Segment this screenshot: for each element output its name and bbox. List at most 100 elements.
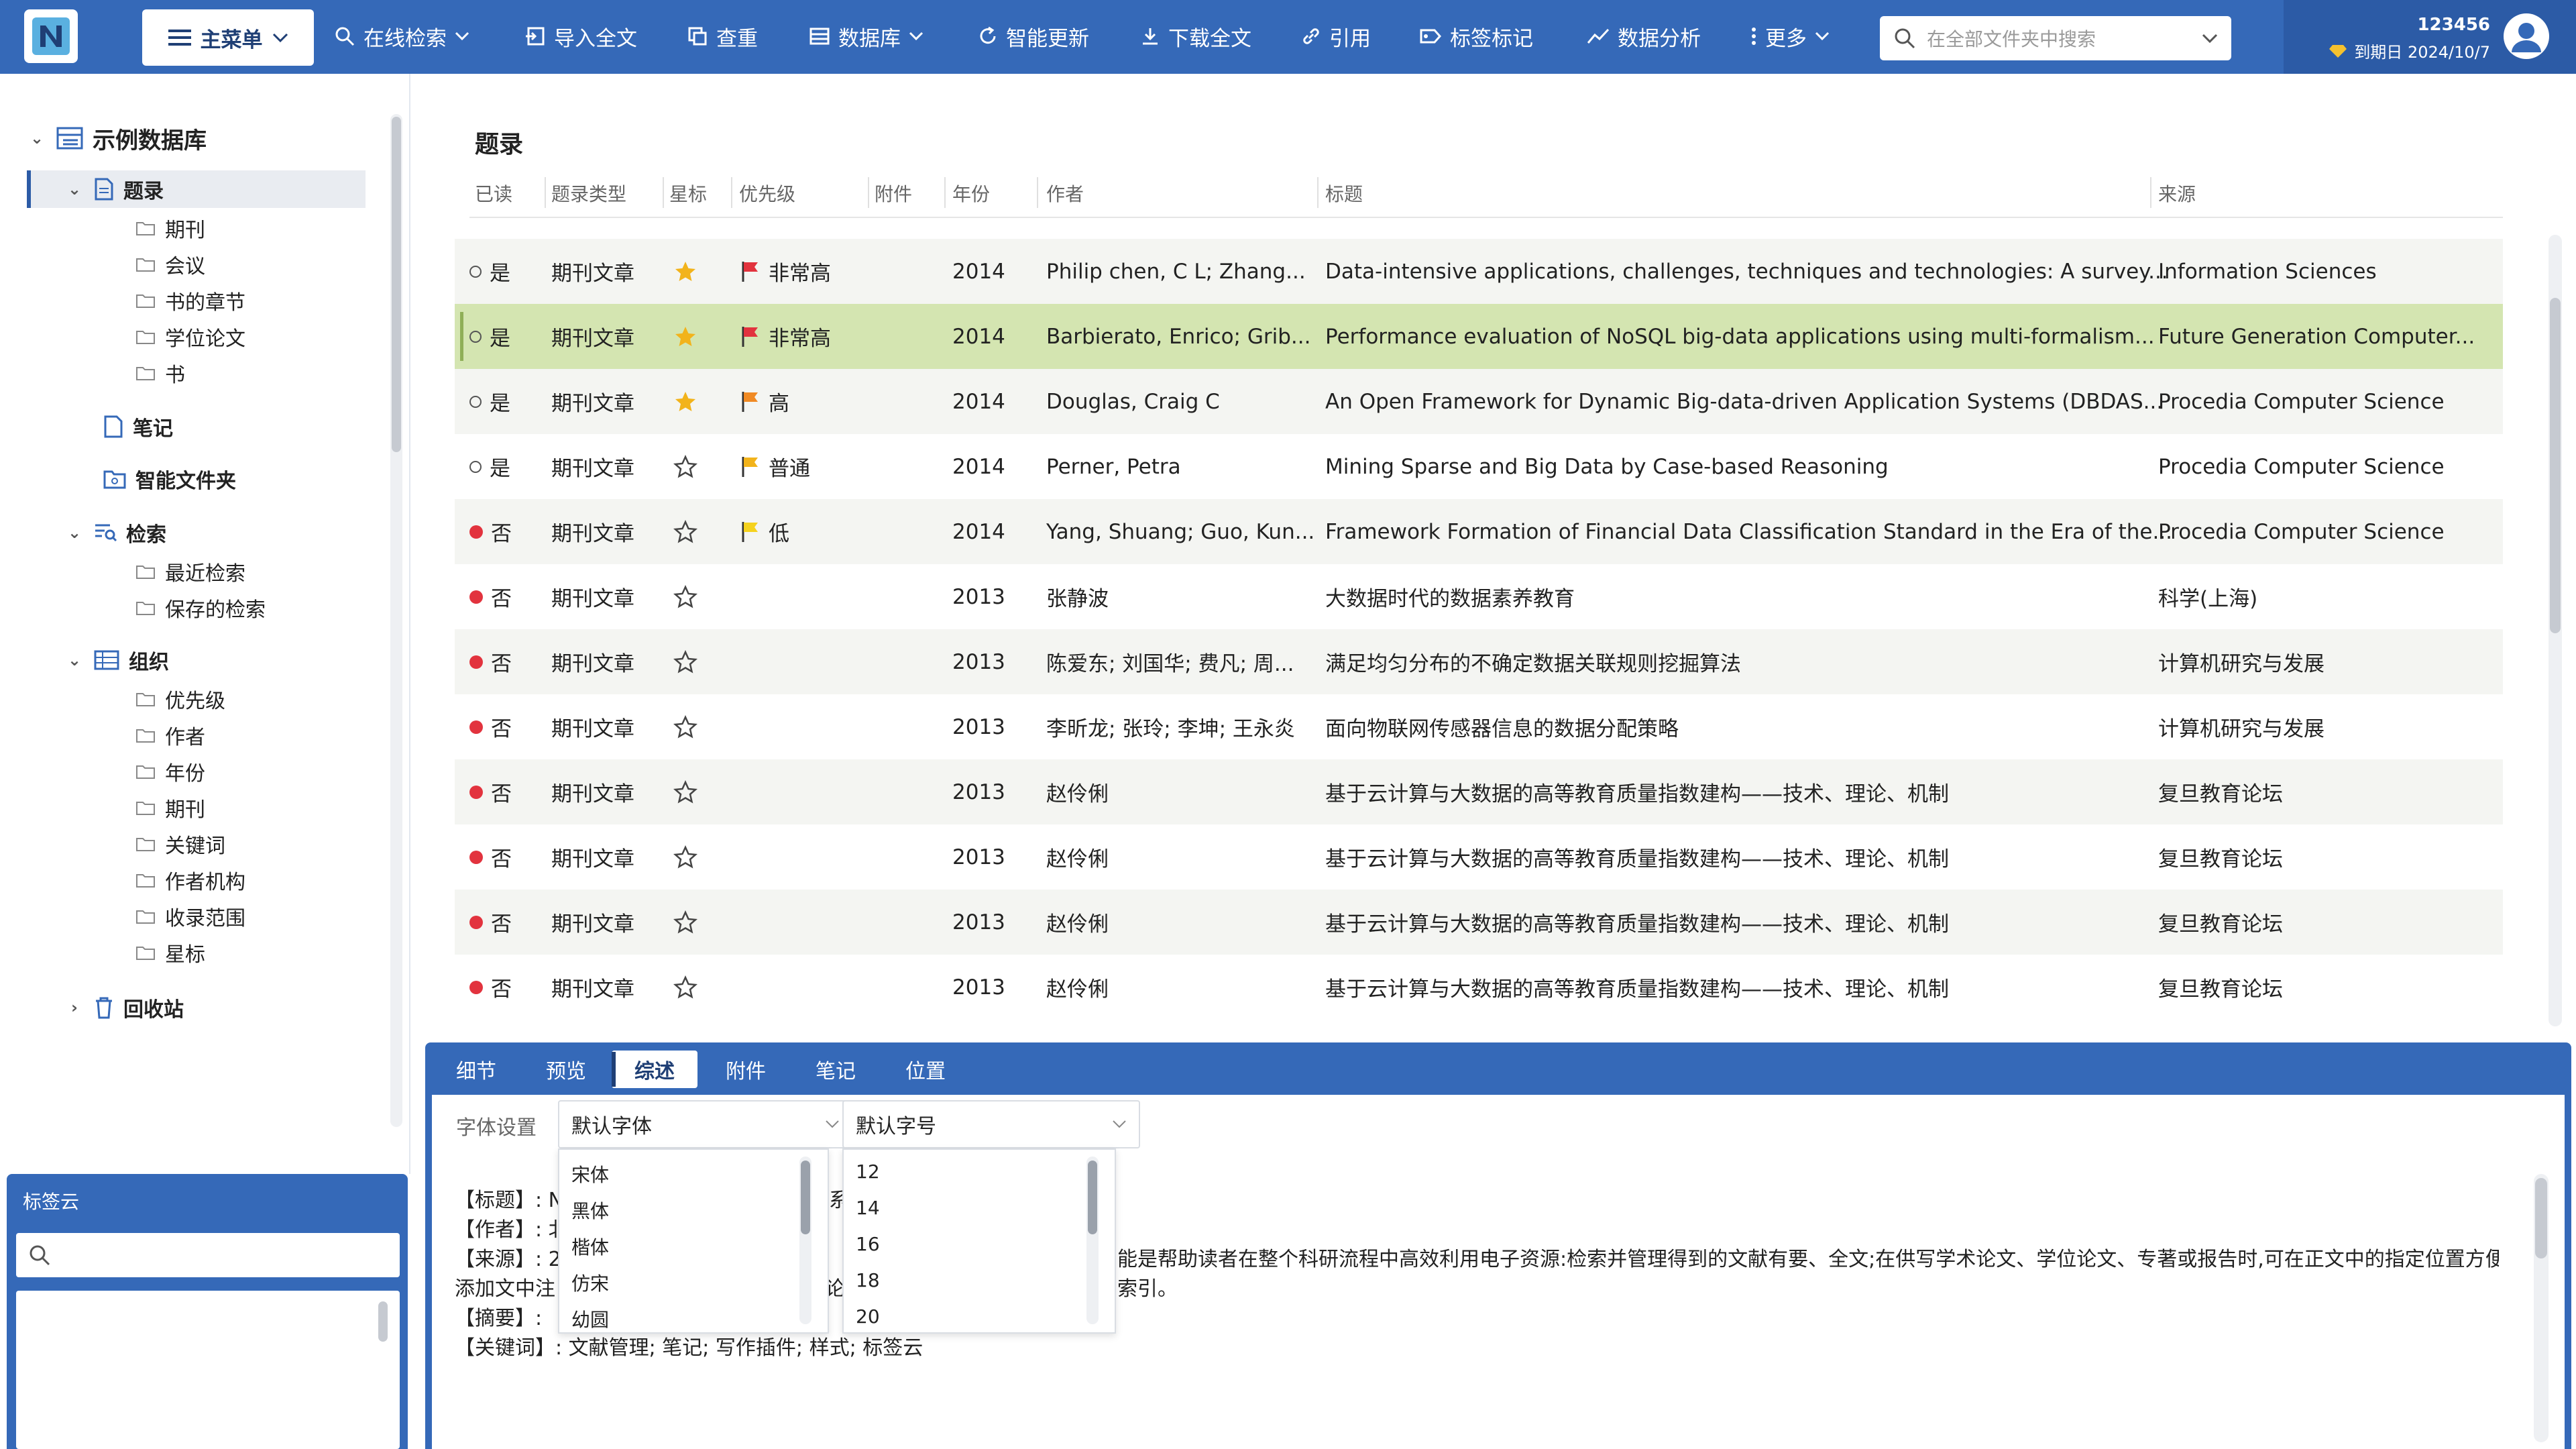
- cell-star[interactable]: [673, 824, 697, 890]
- chevron-down-icon[interactable]: ⌄: [27, 129, 47, 148]
- cell-priority[interactable]: 普通: [740, 434, 810, 499]
- font-option[interactable]: 幼圆: [571, 1305, 609, 1332]
- cell-star[interactable]: [673, 434, 697, 499]
- tab-summary[interactable]: 综述: [612, 1051, 697, 1088]
- cell-read[interactable]: 否: [469, 499, 512, 564]
- toolbar-dedupe[interactable]: 查重: [687, 15, 758, 58]
- cell-priority[interactable]: 非常高: [740, 239, 831, 304]
- cell-star[interactable]: [673, 759, 697, 824]
- cell-star[interactable]: [673, 564, 697, 629]
- dropdown-scrollbar[interactable]: [801, 1161, 810, 1234]
- tree-node-database[interactable]: ⌄ 示例数据库: [27, 121, 207, 156]
- table-row[interactable]: 否 期刊文章 2013 赵伶俐 基于云计算与大数据的高等教育质量指数建构——技术、理论、…: [455, 759, 2503, 824]
- cell-read[interactable]: 否: [469, 694, 512, 759]
- col-header-priority[interactable]: 优先级: [739, 180, 795, 207]
- col-separator[interactable]: [663, 177, 664, 208]
- tag-list-scrollbar[interactable]: [378, 1301, 388, 1342]
- cell-priority[interactable]: 非常高: [740, 304, 831, 369]
- col-header-type[interactable]: 题录类型: [551, 180, 626, 207]
- sidebar-scrollbar[interactable]: [392, 117, 401, 452]
- size-option[interactable]: 16: [856, 1233, 880, 1255]
- col-separator[interactable]: [1037, 177, 1038, 208]
- chevron-right-icon[interactable]: ›: [64, 998, 85, 1017]
- toolbar-download-fulltext[interactable]: 下载全文: [1140, 15, 1251, 58]
- tab-notes[interactable]: 笔记: [809, 1051, 862, 1088]
- avatar[interactable]: [2504, 13, 2549, 59]
- cell-read[interactable]: 否: [469, 759, 512, 824]
- tree-node-periodical[interactable]: 期刊: [135, 790, 205, 825]
- toolbar-data-analysis[interactable]: 数据分析: [1587, 15, 1701, 58]
- font-option[interactable]: 楷体: [571, 1233, 609, 1260]
- col-separator[interactable]: [545, 177, 546, 208]
- table-row[interactable]: 否 期刊文章 2013 赵伶俐 基于云计算与大数据的高等教育质量指数建构——技术、理论、…: [455, 890, 2503, 955]
- tree-node-coverage[interactable]: 收录范围: [135, 899, 245, 934]
- tree-node-priority[interactable]: 优先级: [135, 682, 225, 716]
- tree-node-author[interactable]: 作者: [135, 718, 205, 753]
- tree-node-star[interactable]: 星标: [135, 935, 205, 970]
- cell-star[interactable]: [673, 955, 697, 1020]
- table-row[interactable]: 是 期刊文章 2014 Philip chen, C L; Zhang... Data-…: [455, 239, 2503, 304]
- toolbar-database[interactable]: 数据库: [809, 15, 923, 58]
- toolbar-cite[interactable]: 引用: [1301, 15, 1371, 58]
- chevron-down-icon[interactable]: ⌄: [64, 651, 85, 669]
- tab-preview[interactable]: 预览: [539, 1051, 593, 1088]
- tree-node-book[interactable]: 书: [135, 356, 185, 390]
- cell-star[interactable]: [673, 239, 697, 304]
- table-row[interactable]: 否 期刊文章 2013 陈爱东; 刘国华; 费凡; 周... 满足均匀分布的不确定数据关…: [455, 629, 2503, 694]
- size-option[interactable]: 18: [856, 1269, 880, 1291]
- app-logo[interactable]: [24, 9, 78, 63]
- cell-star[interactable]: [673, 694, 697, 759]
- tag-search-input[interactable]: [16, 1233, 400, 1277]
- cell-read[interactable]: 是: [469, 434, 510, 499]
- toolbar-more[interactable]: 更多: [1750, 15, 1830, 58]
- summary-scrollbar[interactable]: [2535, 1178, 2547, 1258]
- tree-node-smart-folder[interactable]: 智能文件夹: [103, 462, 236, 496]
- tree-node-recent-search[interactable]: 最近检索: [135, 554, 245, 589]
- cell-star[interactable]: [673, 304, 697, 369]
- tree-node-organize[interactable]: ⌄ 组织: [64, 643, 169, 678]
- tree-node-saved-search[interactable]: 保存的检索: [135, 590, 266, 625]
- folder-search-input[interactable]: 在全部文件夹中搜索: [1880, 16, 2231, 60]
- main-menu-button[interactable]: 主菜单: [142, 9, 314, 66]
- col-separator[interactable]: [731, 177, 732, 208]
- cell-star[interactable]: [673, 499, 697, 564]
- col-header-year[interactable]: 年份: [952, 180, 990, 207]
- tree-node-search[interactable]: ⌄ 检索: [64, 515, 166, 550]
- tree-node-notes[interactable]: 笔记: [103, 409, 173, 444]
- chevron-down-icon[interactable]: [2202, 33, 2218, 44]
- cell-read[interactable]: 是: [469, 369, 510, 434]
- col-header-source[interactable]: 来源: [2158, 180, 2196, 207]
- cell-read[interactable]: 是: [469, 304, 510, 369]
- cell-priority[interactable]: 低: [740, 499, 789, 564]
- size-option[interactable]: 12: [856, 1161, 880, 1183]
- col-header-read[interactable]: 已读: [475, 180, 512, 207]
- cell-read[interactable]: 否: [469, 564, 512, 629]
- col-separator[interactable]: [868, 177, 869, 208]
- dropdown-scrollbar[interactable]: [1088, 1161, 1097, 1234]
- table-row[interactable]: 是 期刊文章 2014 Barbierato, Enrico; Grib... Perf…: [455, 304, 2503, 369]
- tag-list[interactable]: [16, 1291, 400, 1449]
- cell-star[interactable]: [673, 890, 697, 955]
- col-header-title[interactable]: 标题: [1325, 180, 1363, 207]
- cell-read[interactable]: 否: [469, 955, 512, 1020]
- table-row[interactable]: 否 期刊文章 2013 张静波 大数据时代的数据素养教育 科学(上海): [455, 564, 2503, 629]
- table-row[interactable]: 否 期刊文章 2014 Yang, Shuang; Guo, Kun... Framew…: [455, 499, 2503, 564]
- table-row[interactable]: 否 期刊文章 2013 李昕龙; 张玲; 李坤; 王永炎 面向物联网传感器信息的数据分配…: [455, 694, 2503, 759]
- cell-priority[interactable]: 高: [740, 369, 789, 434]
- list-scrollbar[interactable]: [2550, 298, 2561, 633]
- table-row[interactable]: 否 期刊文章 2013 赵伶俐 基于云计算与大数据的高等教育质量指数建构——技术、理论、…: [455, 955, 2503, 1020]
- font-option[interactable]: 宋体: [571, 1161, 609, 1187]
- font-family-select[interactable]: 默认字体: [558, 1100, 853, 1148]
- tab-details[interactable]: 细节: [449, 1051, 503, 1088]
- size-option[interactable]: 14: [856, 1197, 880, 1219]
- tree-node-thesis[interactable]: 学位论文: [135, 319, 245, 354]
- cell-read[interactable]: 否: [469, 629, 512, 694]
- tree-node-records[interactable]: ⌄ 题录: [64, 172, 164, 207]
- toolbar-smart-update[interactable]: 智能更新: [978, 15, 1089, 58]
- size-option[interactable]: 20: [856, 1305, 880, 1328]
- tree-node-trash[interactable]: › 回收站: [64, 990, 184, 1025]
- table-row[interactable]: 是 期刊文章 2014 Perner, Petra Mining Sparse and …: [455, 434, 2503, 499]
- cell-read[interactable]: 否: [469, 824, 512, 890]
- col-separator[interactable]: [1317, 177, 1319, 208]
- toolbar-online-search[interactable]: 在线检索: [334, 15, 469, 58]
